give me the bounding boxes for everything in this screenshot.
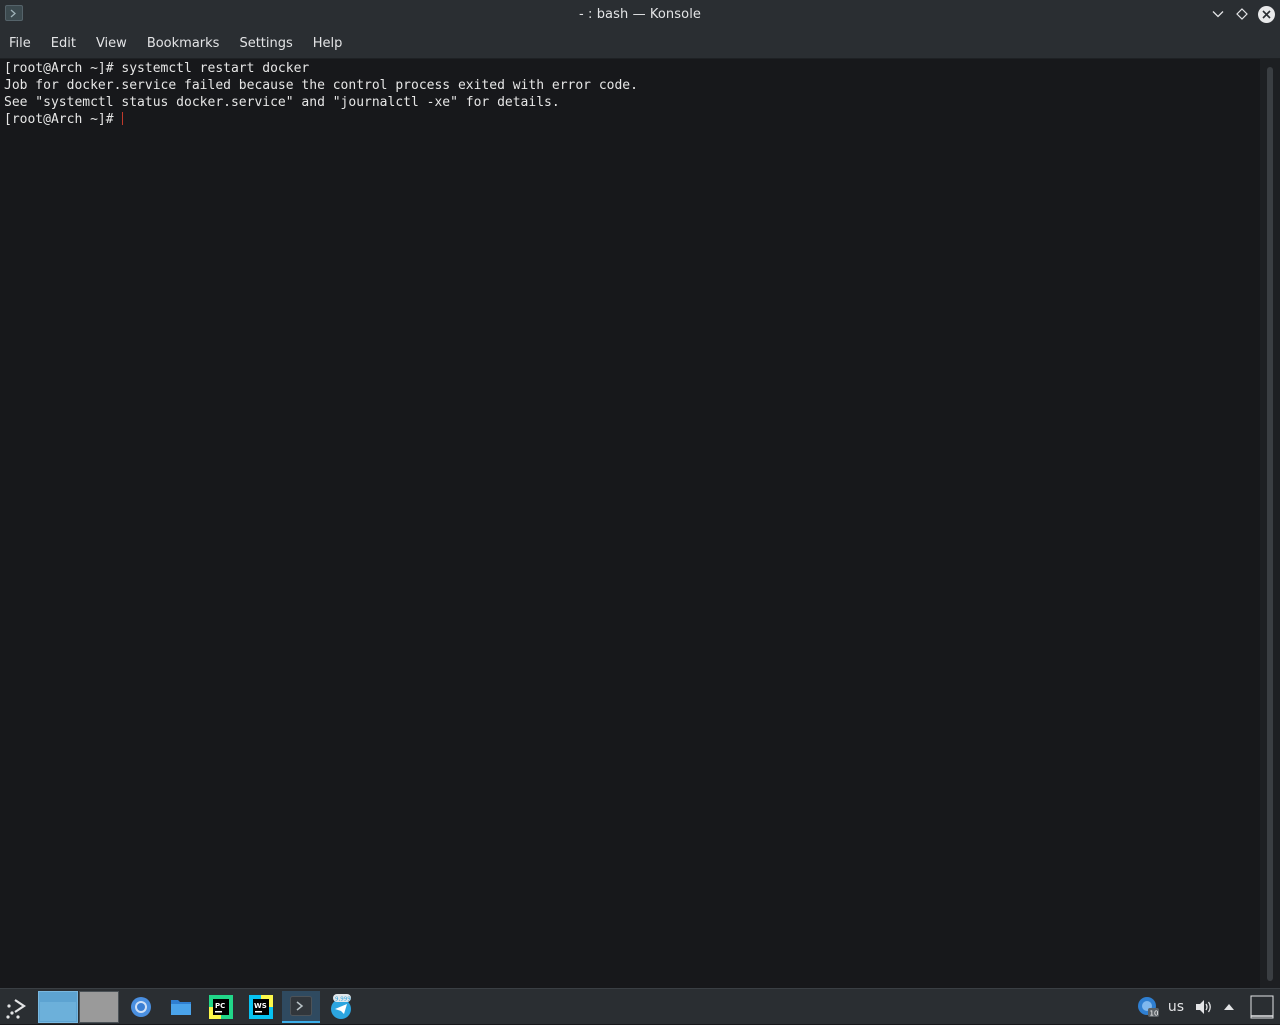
terminal-line-hint: See "systemctl status docker.service" an…: [4, 95, 560, 110]
task-webstorm[interactable]: WS: [242, 991, 280, 1023]
show-desktop-icon: [1250, 995, 1274, 1019]
volume-icon[interactable]: [1194, 995, 1214, 1019]
terminal-line-command: [root@Arch ~]# systemctl restart docker: [4, 61, 310, 76]
update-notifier-icon: 10: [1138, 997, 1159, 1018]
webstorm-icon: WS: [249, 995, 273, 1019]
close-button[interactable]: [1257, 5, 1275, 23]
virtual-desktop-2[interactable]: [79, 991, 119, 1023]
task-telegram[interactable]: 9,999: [322, 991, 360, 1023]
menu-bar: File Edit View Bookmarks Settings Help: [0, 29, 1280, 59]
svg-text:WS: WS: [254, 1002, 267, 1010]
konsole-app-icon[interactable]: [5, 5, 23, 21]
menu-help[interactable]: Help: [303, 29, 353, 59]
menu-file[interactable]: File: [0, 29, 41, 59]
updates-tray-icon[interactable]: 10: [1137, 995, 1159, 1019]
taskbar: PC WS 9,999 10 us: [0, 988, 1280, 1024]
menu-bookmarks[interactable]: Bookmarks: [137, 29, 230, 59]
svg-text:PC: PC: [215, 1002, 225, 1010]
terminal-cursor: [121, 112, 123, 125]
pycharm-icon: PC: [209, 995, 233, 1019]
task-files[interactable]: [162, 991, 200, 1023]
keyboard-layout-indicator[interactable]: us: [1164, 995, 1188, 1019]
terminal-prompt: [root@Arch ~]#: [4, 112, 114, 127]
application-launcher-icon[interactable]: [4, 993, 32, 1021]
task-konsole[interactable]: [282, 991, 320, 1023]
svg-text:10: 10: [1150, 1010, 1159, 1018]
folder-icon: [171, 1000, 191, 1015]
chrome-icon: [131, 997, 151, 1017]
minimize-button[interactable]: [1209, 5, 1227, 23]
task-chrome[interactable]: [122, 991, 160, 1023]
window-title: - : bash — Konsole: [578, 7, 702, 22]
terminal-icon: [290, 996, 312, 1016]
task-pycharm[interactable]: PC: [202, 991, 240, 1023]
scrollbar-thumb[interactable]: [1267, 67, 1273, 981]
close-icon: [1257, 5, 1275, 23]
show-desktop-button[interactable]: [1250, 994, 1274, 1020]
tray-expand-arrow-icon[interactable]: [1221, 995, 1237, 1019]
chevron-down-icon: [1212, 11, 1224, 18]
diamond-icon: [1236, 8, 1248, 20]
menu-edit[interactable]: Edit: [41, 29, 86, 59]
telegram-icon: 9,999: [331, 994, 351, 1019]
virtual-desktop-1[interactable]: [38, 991, 78, 1023]
maximize-button[interactable]: [1233, 5, 1251, 23]
window-titlebar[interactable]: - : bash — Konsole: [0, 0, 1280, 29]
menu-settings[interactable]: Settings: [229, 29, 302, 59]
terminal-line-error: Job for docker.service failed because th…: [4, 78, 638, 93]
terminal-scrollbar[interactable]: [1260, 59, 1280, 988]
terminal-prompt-line: [root@Arch ~]#: [4, 111, 1260, 128]
menu-view[interactable]: View: [86, 29, 137, 59]
svg-text:9,999: 9,999: [335, 997, 351, 1003]
terminal-output[interactable]: [root@Arch ~]# systemctl restart docker …: [0, 59, 1260, 988]
